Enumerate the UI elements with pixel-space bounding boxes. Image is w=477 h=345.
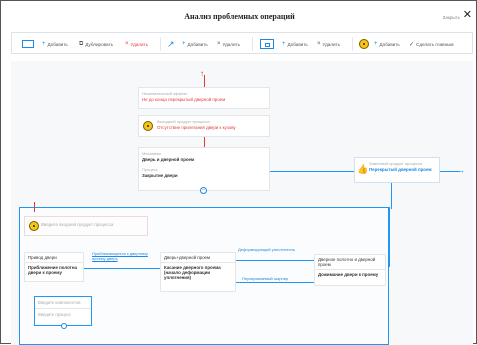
toolbar-divider [352,37,353,51]
component-input[interactable]: Введите компонентов [35,297,91,308]
blue-connector [236,282,314,283]
process-card[interactable]: Механизм Дверь и дверной проем Процесс З… [138,147,270,194]
new-component-editor[interactable]: Введите компонентов Введите процесс [34,296,92,329]
expand-handle[interactable]: – [200,187,207,194]
process-group-container[interactable]: Введите входной продукт процесса Привод … [19,202,389,345]
plus-icon: + [282,41,286,47]
toolbar: + Добавить ⧉ Дублировать × Удалить ↗ + Добав… [11,32,473,54]
close-label[interactable]: Закрыть [443,15,460,20]
hazard-node-icon[interactable] [359,33,369,55]
group-node-icon[interactable] [260,33,274,55]
close-icon[interactable]: ✕ [463,10,472,21]
process-result-card[interactable]: 👍 Заменный продукт процесса Перекрытый д… [354,157,440,183]
hazard-icon [143,121,153,131]
blue-connector [84,268,160,269]
add-effect-button[interactable]: + Добавить [374,33,400,55]
thumbs-up-icon: 👍 [357,164,369,174]
arrow-link-icon[interactable]: ↗ [167,33,175,55]
duplicate-button[interactable]: ⧉ Дублировать [79,33,113,55]
dialog-title: Анализ проблемных операций [184,12,295,21]
connect-handle[interactable] [61,323,67,329]
delete-link-button[interactable]: × Удалить [217,33,240,55]
blue-connector [389,207,390,267]
red-connector [34,202,35,212]
toolbar-divider [160,37,161,51]
arrow-right-icon: → [457,166,465,175]
add-link-button[interactable]: + Добавить [182,33,208,55]
red-connector [204,137,205,147]
component-card[interactable]: Привод двери Приближение полотна двери к… [24,252,84,282]
component-card[interactable]: Дверное полотно и дверной проем Дожимани… [314,254,386,286]
undesired-effect-card[interactable]: Нежелательный эффект Не до конца перекры… [138,87,270,109]
add-button[interactable]: + Добавить [42,33,68,55]
plus-icon: + [42,41,46,47]
delete-button[interactable]: × Удалить [125,33,148,55]
add-group-button[interactable]: + Добавить [282,33,308,55]
rect-node-icon[interactable] [22,33,34,55]
dialog-window: Анализ проблемных операций Закрыть ✕ + До… [0,0,477,345]
hazard-icon [29,221,39,231]
close-icon: × [125,41,129,47]
toolbar-divider [252,37,253,51]
plus-icon: + [374,41,378,47]
link-label[interactable]: Приближающееся к дверному проему дверь [92,251,156,261]
arrow-up-icon: ↑ [200,69,204,78]
delete-group-button[interactable]: × Удалить [317,33,340,55]
link-label[interactable]: Деформирующий уплотнитель [238,247,300,253]
link-label[interactable]: Перекрываемый шарнир [242,276,288,281]
close-icon: × [217,41,221,47]
diagram-canvas: ↑ Нежелательный эффект Не до конца перек… [11,61,473,345]
component-card[interactable]: Дверь+дверной проем Касание дверного про… [160,252,236,292]
blue-connector [391,183,392,209]
process-output-card[interactable]: Выходной продукт процесса Отсутствие при… [138,115,270,137]
plus-icon: + [182,41,186,47]
input-product-card[interactable]: Введите входной продукт процесса [24,216,148,236]
make-main-button[interactable]: ✓ Сделать главным [409,33,454,55]
process-input[interactable]: Введите процесс [35,309,91,320]
check-icon: ✓ [409,41,415,48]
blue-connector [270,171,354,172]
copy-icon: ⧉ [79,40,84,47]
blue-connector [236,260,314,261]
close-icon: × [317,41,321,47]
